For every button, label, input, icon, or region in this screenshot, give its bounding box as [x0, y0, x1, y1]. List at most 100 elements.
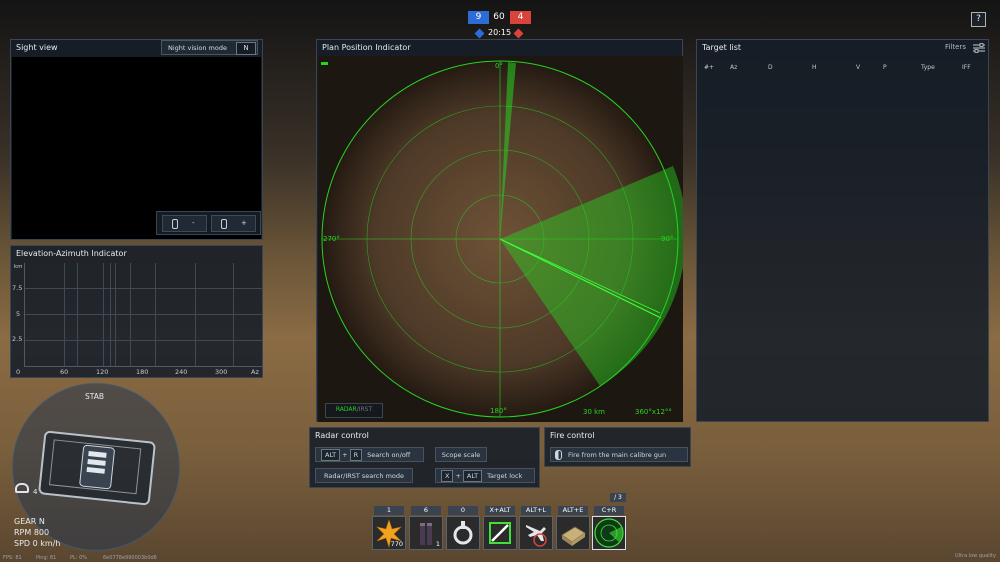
target-column-header[interactable]: D [768, 64, 773, 71]
alt-key: ALT [321, 448, 341, 461]
objective-red-icon [513, 28, 524, 39]
tank-damage-model [37, 430, 157, 506]
radar-mode-toggle[interactable]: RADAR/IRST [325, 403, 383, 418]
radar-status-indicator [321, 62, 328, 65]
r-key: R [349, 448, 363, 461]
target-column-header[interactable]: H [812, 64, 817, 71]
ppi-scope [318, 56, 683, 422]
repair-icon [489, 522, 511, 544]
ppi-west-label: 270° [323, 235, 340, 243]
slot-count: 770 [390, 540, 403, 548]
target-column-header[interactable]: Az [730, 64, 737, 71]
filters-label: Filters [945, 43, 966, 51]
slot-count: 1 [435, 540, 440, 548]
target-lock-button[interactable]: X + ALT Target lock [435, 468, 535, 483]
slot-key-label: ALT+L [521, 506, 551, 515]
match-timer: 20:15 [488, 28, 512, 37]
weapon-slot-ammo-crate[interactable] [556, 516, 590, 550]
gear-readout: GEAR N [14, 517, 45, 526]
ppi-north-label: 0° [495, 62, 503, 70]
zoom-in-icon [221, 219, 227, 229]
zoom-out-button[interactable]: - [162, 215, 207, 232]
eai-y-tick: 7.5 [12, 284, 23, 292]
zoom-controls: - + [156, 211, 261, 235]
zoom-out-icon [172, 219, 178, 229]
fire-main-gun-button[interactable]: Fire from the main calibre gun [550, 447, 688, 462]
ppi-scan-label: 360°x12°° [635, 408, 672, 416]
radar-icon [594, 518, 624, 548]
search-toggle-button[interactable]: ALT + R Search on/off [315, 447, 424, 462]
rpm-readout: RPM 800 [14, 528, 50, 537]
target-list-title: Target list [702, 43, 742, 52]
filters-button[interactable]: Filters [945, 42, 987, 54]
score-red: 4 [510, 11, 531, 24]
alt-key: ALT [462, 469, 483, 482]
quality-label: Ultra low quality [955, 553, 996, 559]
zoom-in-button[interactable]: + [211, 215, 256, 232]
ppi-east-label: 90° [661, 235, 674, 243]
night-vision-toggle[interactable]: Night vision mode N [161, 40, 258, 55]
crew-icon [15, 483, 29, 493]
sight-viewport: - + [12, 57, 261, 239]
slot-key-label: 1 [374, 506, 404, 515]
score-total: 60 [493, 12, 505, 22]
eai-x-tick: Az [251, 368, 259, 376]
ppi-panel: Plan Position Indicator 0° 90° 180° 270°… [316, 39, 683, 422]
eai-x-tick: 120 [96, 368, 109, 376]
x-key: X [441, 469, 454, 482]
night-vision-key: N [236, 42, 256, 55]
target-column-header[interactable]: IFF [962, 64, 971, 71]
fire-main-gun-label: Fire from the main calibre gun [568, 450, 667, 459]
ppi-range-label: 30 km [583, 408, 606, 416]
speed-readout: SPD 0 km/h [14, 539, 61, 548]
eai-x-tick: 240 [175, 368, 188, 376]
fire-control-title: Fire control [550, 431, 595, 440]
target-column-header[interactable]: V [856, 64, 860, 71]
action-bar-page[interactable]: / 3 [610, 493, 626, 502]
search-label: Search on/off [367, 450, 411, 459]
night-vision-label: Night vision mode [168, 44, 227, 52]
radar-control-panel: Radar control ALT + R Search on/off Scop… [309, 427, 540, 488]
fps-readout: FPS: 81 [3, 555, 22, 561]
crew-count: 4 [33, 488, 38, 496]
zoom-out-label: - [192, 219, 195, 227]
scope-scale-label: Scope scale [441, 450, 481, 459]
objective-blue-icon [474, 28, 485, 39]
session-id: 6e0778e990003b0d6 [103, 555, 157, 561]
weapon-slot-artillery[interactable] [519, 516, 553, 550]
packet-loss-readout: PL: 0% [70, 555, 88, 561]
filters-icon [973, 43, 985, 53]
eai-y-unit: km [14, 264, 23, 270]
ammo-crate-icon [561, 526, 586, 546]
stab-indicator: STAB [85, 392, 105, 401]
eai-x-tick: 180 [136, 368, 149, 376]
weapon-slot-main-gun[interactable]: 770 [372, 516, 406, 550]
slot-key-label: X+ALT [485, 506, 515, 515]
slot-key-label: 0 [448, 506, 478, 515]
mouse-left-icon [555, 449, 562, 460]
slot-key-label: 6 [411, 506, 441, 515]
target-lock-label: Target lock [487, 471, 523, 480]
weapon-slot-smoke[interactable]: 1 [409, 516, 443, 550]
aircraft-icon [526, 525, 547, 547]
sight-view-title: Sight view [16, 43, 58, 52]
target-column-header[interactable]: Type [921, 64, 935, 71]
eai-title: Elevation-Azimuth Indicator [16, 249, 127, 258]
eai-x-tick: 300 [215, 368, 228, 376]
search-mode-button[interactable]: Radar/IRST search mode [315, 468, 413, 483]
weapon-slot-radar[interactable] [592, 516, 626, 550]
target-column-header[interactable]: #+ [704, 64, 714, 71]
weapon-slot-hook[interactable] [446, 516, 480, 550]
fire-control-panel: Fire control Fire from the main calibre … [544, 427, 691, 467]
eai-x-tick: 60 [60, 368, 69, 376]
ppi-south-label: 180° [490, 407, 507, 415]
eai-x-tick: 0 [16, 368, 21, 376]
radar-mode-active: RADAR [335, 406, 357, 413]
search-mode-label: Radar/IRST search mode [323, 471, 404, 480]
weapon-slot-repair[interactable] [483, 516, 517, 550]
help-button[interactable]: ? [971, 12, 986, 27]
radar-control-title: Radar control [315, 431, 369, 440]
eai-y-tick: 5 [16, 310, 21, 318]
scope-scale-button[interactable]: Scope scale [435, 447, 487, 462]
target-column-header[interactable]: P [883, 64, 887, 71]
